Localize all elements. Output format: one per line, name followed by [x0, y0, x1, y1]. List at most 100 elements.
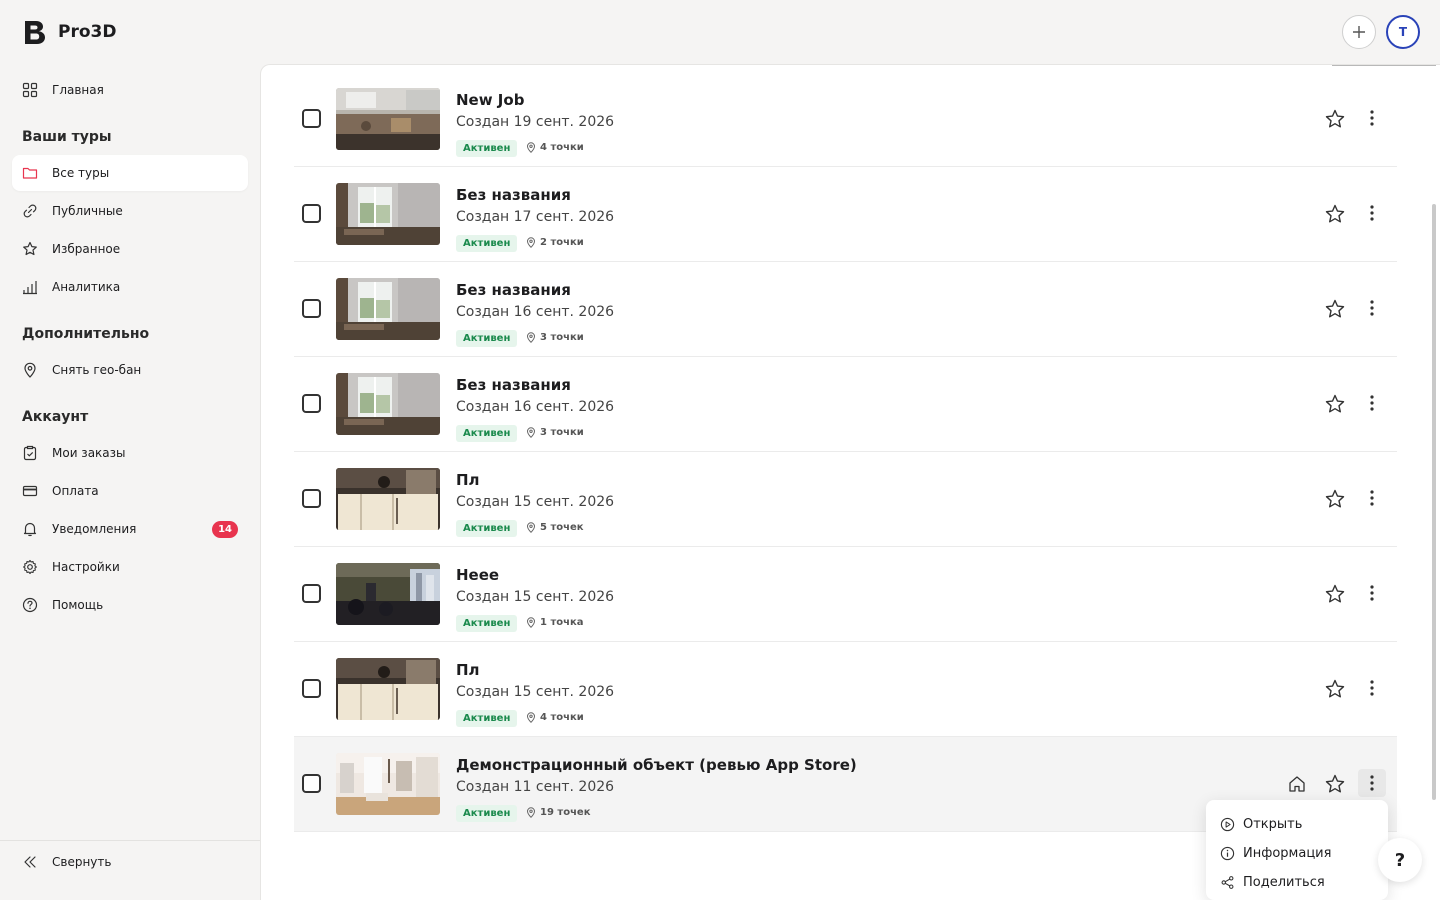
credit-card-icon — [22, 485, 38, 497]
tour-created-date: Создан 11 сент. 2026 — [456, 779, 615, 795]
tour-thumbnail[interactable] — [336, 563, 440, 625]
tour-thumbnail[interactable] — [336, 183, 440, 245]
user-avatar[interactable]: T — [1386, 15, 1420, 49]
tour-row[interactable]: Неее Создан 15 сент. 2026 Активен 1 точк… — [294, 547, 1397, 642]
points-label: 1 точка — [540, 617, 584, 628]
sidebar-item-all-tours[interactable]: Все туры — [12, 155, 248, 191]
tour-row[interactable]: Пл Создан 15 сент. 2026 Активен 4 точки — [294, 642, 1397, 737]
sidebar-item-label: Снять гео-бан — [52, 363, 142, 377]
tour-title[interactable]: Неее — [456, 566, 499, 584]
tour-thumbnail[interactable] — [336, 753, 440, 815]
tour-select-checkbox[interactable] — [302, 109, 321, 128]
vertical-dots-icon — [1370, 395, 1374, 411]
sidebar-item-payment[interactable]: Оплата — [12, 473, 248, 509]
tour-select-checkbox[interactable] — [302, 394, 321, 413]
tour-row[interactable]: New Job Создан 19 сент. 2026 Активен 4 т… — [294, 72, 1397, 167]
favorite-star-icon[interactable] — [1324, 678, 1346, 700]
sidebar-item-orders[interactable]: Мои заказы — [12, 435, 248, 471]
favorite-star-icon[interactable] — [1324, 108, 1346, 130]
tour-select-checkbox[interactable] — [302, 774, 321, 793]
points-label: 2 точки — [540, 237, 584, 248]
info-circle-icon — [1220, 846, 1235, 861]
sidebar-item-label: Все туры — [52, 166, 110, 180]
tour-points-count: 3 точки — [526, 332, 584, 343]
favorite-star-icon[interactable] — [1324, 393, 1346, 415]
favorite-star-icon[interactable] — [1324, 583, 1346, 605]
tour-title[interactable]: Пл — [456, 471, 480, 489]
sidebar-item-favorites[interactable]: Избранное — [12, 231, 248, 267]
tour-thumbnail[interactable] — [336, 88, 440, 150]
favorite-star-icon[interactable] — [1324, 488, 1346, 510]
sidebar-item-notifications[interactable]: Уведомления 14 — [12, 511, 248, 547]
tour-thumbnail[interactable] — [336, 468, 440, 530]
tour-row[interactable]: Пл Создан 15 сент. 2026 Активен 5 точек — [294, 452, 1397, 547]
tour-points-count: 5 точек — [526, 522, 584, 533]
tour-select-checkbox[interactable] — [302, 299, 321, 318]
status-badge: Активен — [456, 140, 518, 157]
favorite-star-icon[interactable] — [1324, 773, 1346, 795]
help-fab-button[interactable]: ? — [1378, 838, 1422, 882]
tour-title[interactable]: New Job — [456, 91, 524, 109]
status-badge: Активен — [456, 615, 518, 632]
sidebar-item-public[interactable]: Публичные — [12, 193, 248, 229]
plus-icon — [1353, 26, 1365, 38]
tour-thumbnail[interactable] — [336, 658, 440, 720]
tour-row[interactable]: Без названия Создан 17 сент. 2026 Активе… — [294, 167, 1397, 262]
tour-title[interactable]: Без названия — [456, 186, 571, 204]
menu-item-label: Поделиться — [1243, 875, 1325, 890]
sidebar-item-label: Аналитика — [52, 280, 121, 294]
section-heading-tours: Ваши туры — [22, 129, 112, 145]
tour-thumbnail[interactable] — [336, 278, 440, 340]
status-badge: Активен — [456, 330, 518, 347]
share-icon — [1221, 876, 1234, 889]
tour-select-checkbox[interactable] — [302, 204, 321, 223]
tour-title[interactable]: Демонстрационный объект (ревью App Store… — [456, 756, 857, 774]
location-pin-icon — [526, 807, 536, 818]
tour-row[interactable]: Без названия Создан 16 сент. 2026 Активе… — [294, 262, 1397, 357]
vertical-dots-icon — [1370, 205, 1374, 221]
menu-item-share[interactable]: Поделиться — [1206, 868, 1388, 897]
favorite-star-icon[interactable] — [1324, 298, 1346, 320]
favorite-star-icon[interactable] — [1324, 203, 1346, 225]
tour-select-checkbox[interactable] — [302, 584, 321, 603]
tour-points-count: 19 точек — [526, 807, 591, 818]
more-options-button[interactable] — [1358, 484, 1386, 512]
add-tour-button[interactable] — [1342, 15, 1376, 49]
menu-item-info[interactable]: Информация — [1206, 839, 1388, 868]
home-icon[interactable] — [1287, 774, 1307, 794]
tour-title[interactable]: Без названия — [456, 376, 571, 394]
tour-title[interactable]: Без названия — [456, 281, 571, 299]
location-pin-icon — [526, 522, 536, 533]
tour-thumbnail[interactable] — [336, 373, 440, 435]
sidebar-collapse-button[interactable]: Свернуть — [12, 844, 248, 880]
more-options-button[interactable] — [1358, 104, 1386, 132]
sidebar-item-settings[interactable]: Настройки — [12, 549, 248, 585]
notifications-count-badge: 14 — [212, 521, 238, 538]
tour-row[interactable]: Без названия Создан 16 сент. 2026 Активе… — [294, 357, 1397, 452]
more-options-button[interactable] — [1358, 389, 1386, 417]
sidebar-item-label: Главная — [52, 83, 104, 97]
sidebar-item-label: Оплата — [52, 484, 99, 498]
more-options-button[interactable] — [1358, 294, 1386, 322]
sidebar-item-home[interactable]: Главная — [12, 72, 248, 108]
tour-select-checkbox[interactable] — [302, 489, 321, 508]
status-badge: Активен — [456, 520, 518, 537]
menu-item-open[interactable]: Открыть — [1206, 810, 1388, 839]
tour-points-count: 4 точки — [526, 142, 584, 153]
status-badge: Активен — [456, 710, 518, 727]
scrollbar[interactable] — [1432, 204, 1436, 800]
sidebar-item-help[interactable]: Помощь — [12, 587, 248, 623]
tour-title[interactable]: Пл — [456, 661, 480, 679]
sidebar-item-analytics[interactable]: Аналитика — [12, 269, 248, 305]
status-badge: Активен — [456, 235, 518, 252]
tour-select-checkbox[interactable] — [302, 679, 321, 698]
sidebar-item-geo-ban[interactable]: Снять гео-бан — [12, 352, 248, 388]
more-options-button[interactable] — [1358, 769, 1386, 797]
tours-list-panel: New Job Создан 19 сент. 2026 Активен 4 т… — [260, 64, 1440, 900]
vertical-dots-icon — [1370, 585, 1374, 601]
menu-item-label: Информация — [1243, 846, 1332, 861]
tour-created-date: Создан 15 сент. 2026 — [456, 494, 615, 510]
more-options-button[interactable] — [1358, 674, 1386, 702]
more-options-button[interactable] — [1358, 579, 1386, 607]
more-options-button[interactable] — [1358, 199, 1386, 227]
